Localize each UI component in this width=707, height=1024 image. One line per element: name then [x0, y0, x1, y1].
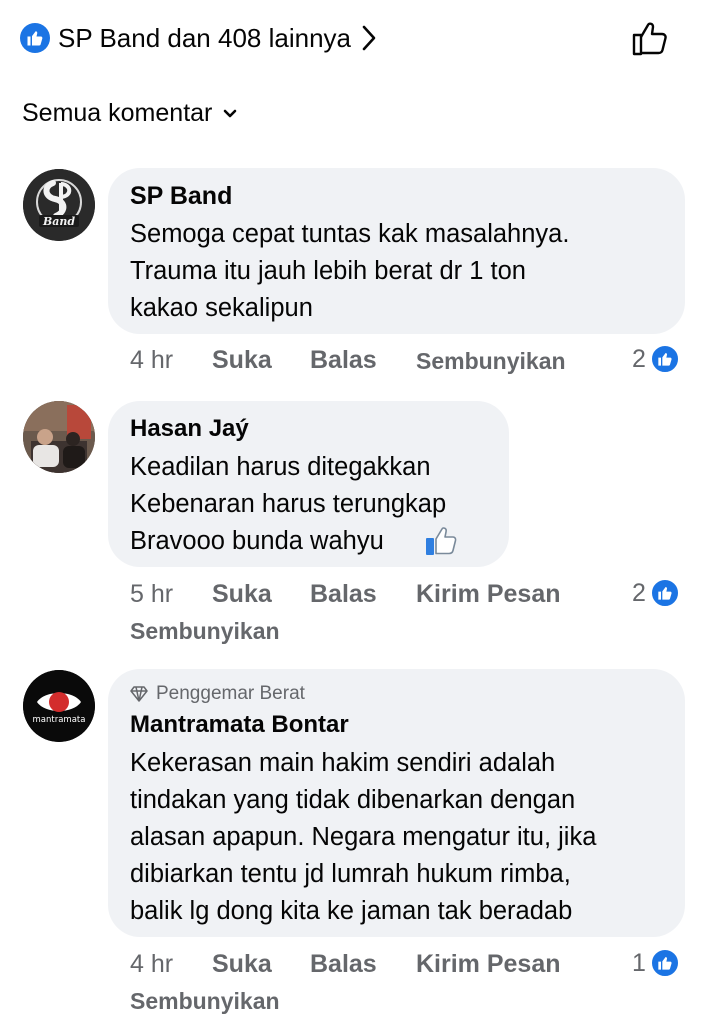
comment-filter-dropdown[interactable]: Semua komentar — [22, 96, 238, 130]
comment-author[interactable]: SP Band — [130, 182, 232, 211]
hide-link[interactable]: Sembunyikan — [416, 348, 566, 375]
comment-text-line: dibiarkan tentu jd lumrah hukum rimba, — [130, 860, 571, 888]
reply-link[interactable]: Balas — [310, 950, 377, 979]
reaction-count-value: 2 — [632, 344, 646, 373]
comment-time: 4 hr — [130, 346, 174, 374]
mantramata-logo-icon: mantramata — [23, 670, 95, 742]
reactions-text: SP Band dan 408 lainnya — [58, 22, 351, 53]
reaction-count[interactable]: 2 — [632, 578, 680, 608]
fan-badge-label: Penggemar Berat — [156, 683, 305, 704]
comment-bubble: Penggemar Berat Mantramata Bontar Kekera… — [108, 669, 685, 937]
comment-text-line: Kekerasan main hakim sendiri adalah — [130, 749, 556, 777]
fan-badge: Penggemar Berat — [130, 683, 305, 705]
comment-time: 5 hr — [130, 580, 174, 608]
comment-text-line: tindakan yang tidak dibenarkan dengan — [130, 786, 576, 814]
reaction-count-value: 2 — [632, 578, 646, 607]
like-link[interactable]: Suka — [212, 580, 272, 609]
reply-link[interactable]: Balas — [310, 580, 377, 609]
send-message-link[interactable]: Kirim Pesan — [416, 580, 561, 609]
comment-actions: 4 hr Suka Balas Sembunyikan — [130, 346, 690, 380]
comment-text-line: Bravooo bunda wahyu — [130, 527, 384, 555]
thumbs-up-outline-icon[interactable] — [630, 18, 672, 58]
comment-text-line: Keadilan harus ditegakkan — [130, 453, 431, 481]
comment-actions: 5 hr Suka Balas Kirim Pesan — [130, 580, 690, 614]
thumbs-up-emoji-icon — [426, 527, 457, 555]
reaction-count-value: 1 — [632, 948, 646, 977]
like-icon — [20, 23, 50, 53]
comment-text-line: balik lg dong kita ke jaman tak beradab — [130, 897, 573, 925]
reply-link[interactable]: Balas — [310, 346, 377, 375]
reactions-summary[interactable]: SP Band dan 408 lainnya — [20, 20, 377, 56]
like-icon — [649, 578, 680, 608]
avatar[interactable]: Band — [23, 169, 95, 241]
reaction-count[interactable]: 1 — [632, 948, 680, 978]
comment-text-line: Kebenaran harus terungkap — [130, 490, 447, 518]
comment-text-line: alasan apapun. Negara mengatur itu, jika — [130, 823, 597, 851]
like-icon — [649, 948, 680, 978]
comment-author[interactable]: Mantramata Bontar — [130, 711, 349, 739]
like-icon — [649, 344, 680, 374]
comment-bubble: Hasan Jaý Keadilan harus ditegakkan Kebe… — [108, 401, 509, 567]
profile-photo — [23, 401, 95, 473]
comment-bubble: SP Band Semoga cepat tuntas kak masalahn… — [108, 168, 685, 334]
comment-text-line: Semoga cepat tuntas kak masalahnya. — [130, 220, 570, 248]
send-message-link[interactable]: Kirim Pesan — [416, 950, 561, 979]
avatar[interactable] — [23, 401, 95, 473]
comments-header: SP Band dan 408 lainnya — [0, 0, 707, 80]
avatar[interactable]: mantramata — [23, 670, 95, 742]
svg-text:Band: Band — [42, 215, 75, 228]
comment-text-line: kakao sekalipun — [130, 294, 313, 322]
diamond-icon — [130, 686, 148, 702]
comment-author[interactable]: Hasan Jaý — [130, 415, 249, 443]
hide-link[interactable]: Sembunyikan — [130, 988, 280, 1015]
chevron-down-icon — [224, 109, 237, 118]
hide-link[interactable]: Sembunyikan — [130, 618, 280, 645]
avatar-text: mantramata — [33, 715, 86, 725]
chevron-right-icon — [362, 25, 376, 51]
comment-text-line: Trauma itu jauh lebih berat dr 1 ton — [130, 257, 526, 285]
comment-actions: 4 hr Suka Balas Kirim Pesan — [130, 950, 690, 984]
comment-time: 4 hr — [130, 950, 174, 978]
reaction-count[interactable]: 2 — [632, 344, 680, 374]
filter-label: Semua komentar — [22, 98, 213, 127]
sp-band-logo-icon: Band — [23, 169, 95, 241]
like-link[interactable]: Suka — [212, 346, 272, 375]
like-link[interactable]: Suka — [212, 950, 272, 979]
